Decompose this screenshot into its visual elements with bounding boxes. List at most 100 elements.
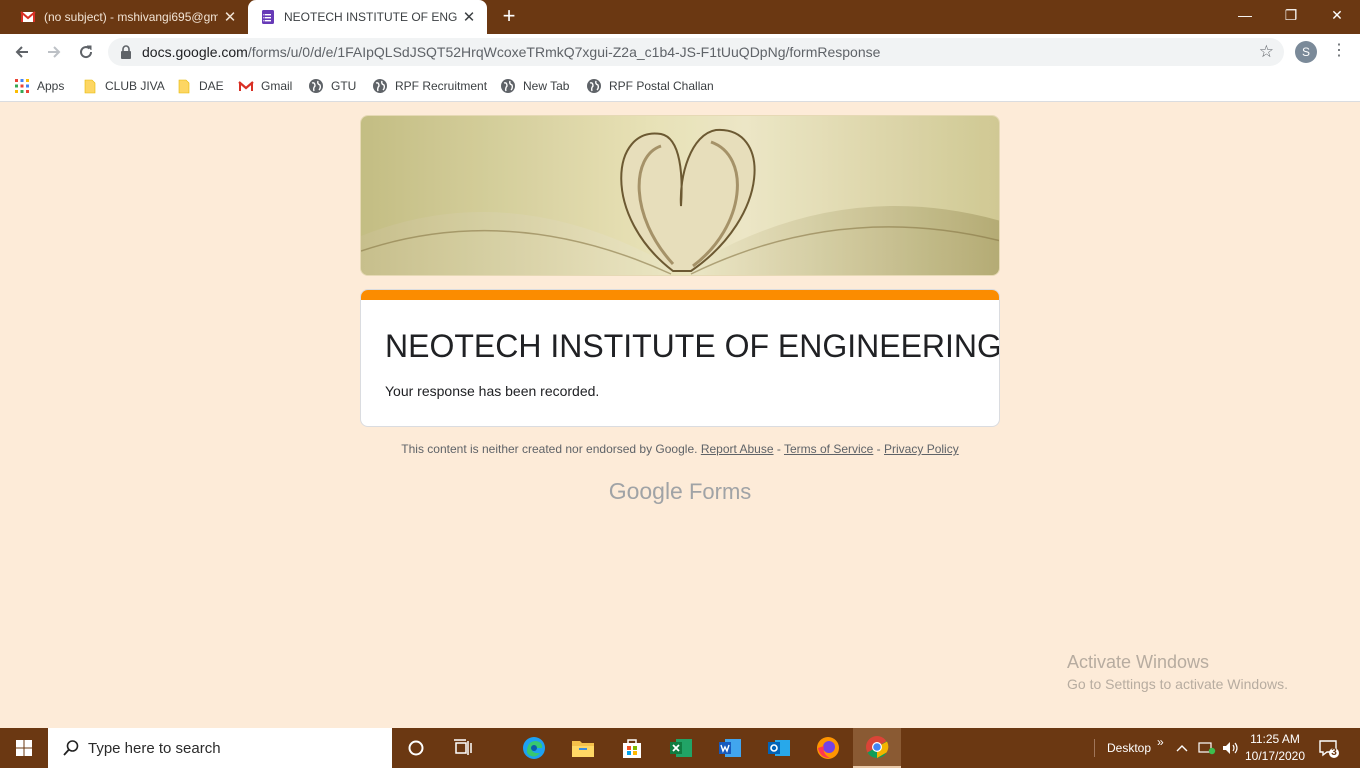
minimize-icon[interactable]: — <box>1222 0 1268 32</box>
forward-arrow-icon <box>48 46 61 58</box>
close-window-icon[interactable]: ✕ <box>1314 0 1360 32</box>
toolbar-chevron[interactable]: » <box>1157 722 1164 762</box>
cortana-circle-icon <box>408 740 424 756</box>
notification-count: 3 <box>1331 747 1337 758</box>
bookmark-new-tab[interactable]: New Tab <box>500 76 569 96</box>
disclaimer-text: This content is neither created nor endo… <box>401 442 698 456</box>
separator: - <box>873 442 885 456</box>
response-card: NEOTECH INSTITUTE OF ENGINEERING Your re… <box>360 289 1000 427</box>
activate-windows-watermark: Activate Windows Go to Settings to activ… <box>1067 652 1288 692</box>
outlook-icon <box>768 740 790 756</box>
network-icon <box>1198 742 1216 755</box>
folder-icon <box>178 79 190 94</box>
taskbar-store[interactable] <box>608 728 656 768</box>
search-icon <box>63 740 79 756</box>
privacy-policy-link[interactable]: Privacy Policy <box>884 442 959 456</box>
bookmark-label: CLUB JIVA <box>105 79 165 93</box>
watermark-line1: Activate Windows <box>1067 652 1210 672</box>
taskbar-edge[interactable] <box>510 728 558 768</box>
browser-toolbar: docs.google.com/forms/u/0/d/e/1FAIpQLSdJ… <box>0 34 1360 70</box>
task-view-icon <box>454 739 472 755</box>
tab-label: NEOTECH INSTITUTE OF ENGINE <box>284 10 457 24</box>
footer-disclaimer: This content is neither created nor endo… <box>360 442 1000 456</box>
notification-center-button[interactable]: 3 <box>1318 728 1340 768</box>
browser-titlebar: (no subject) - mshivangi695@gm ✕ NEOTECH… <box>0 0 1360 34</box>
taskbar-file-explorer[interactable] <box>559 728 607 768</box>
search-placeholder: Type here to search <box>88 740 221 757</box>
chevron-up-icon <box>1176 745 1188 752</box>
task-view-button[interactable] <box>440 728 488 768</box>
bookmark-label: Apps <box>37 79 65 93</box>
edge-icon <box>523 737 545 759</box>
url-path: /forms/u/0/d/e/1FAIpQLSdJSQT52HrqWcoxeTR… <box>247 44 881 60</box>
show-hidden-icons-button[interactable] <box>1176 728 1188 768</box>
chrome-menu-icon[interactable]: ⋮ <box>1330 38 1348 66</box>
windows-logo-icon <box>16 740 32 756</box>
address-bar[interactable]: docs.google.com/forms/u/0/d/e/1FAIpQLSdJ… <box>108 38 1284 66</box>
response-recorded-message: Your response has been recorded. <box>385 383 600 399</box>
tab-neotech-form[interactable]: NEOTECH INSTITUTE OF ENGINE ✕ <box>248 0 487 34</box>
taskbar-word[interactable] <box>706 728 754 768</box>
reload-button[interactable] <box>72 38 100 66</box>
tray-divider <box>1094 739 1095 757</box>
report-abuse-link[interactable]: Report Abuse <box>701 442 774 456</box>
bookmark-label: Gmail <box>261 79 293 93</box>
apps-grid-icon <box>15 79 29 93</box>
url-host: docs.google.com <box>142 44 248 60</box>
bookmark-dae[interactable]: DAE <box>176 76 224 96</box>
bookmark-label: GTU <box>331 79 357 93</box>
chrome-icon <box>866 736 889 758</box>
taskbar-outlook[interactable] <box>755 728 803 768</box>
tab-label: (no subject) - mshivangi695@gm <box>44 10 218 24</box>
speaker-icon <box>1223 742 1238 754</box>
desktop-toolbar[interactable]: Desktop <box>1094 728 1151 768</box>
start-button[interactable] <box>0 728 48 768</box>
close-tab-icon[interactable]: ✕ <box>218 8 242 26</box>
folder-icon <box>572 741 594 757</box>
bookmark-club-jiva[interactable]: CLUB JIVA <box>82 76 165 96</box>
forward-button[interactable] <box>40 38 68 66</box>
bookmark-label: RPF Postal Challan <box>609 79 714 93</box>
open-book-image <box>361 116 999 275</box>
excel-icon <box>670 739 692 757</box>
network-tray-button[interactable] <box>1198 728 1216 768</box>
restore-icon[interactable]: ❐ <box>1268 0 1314 32</box>
close-tab-icon[interactable]: ✕ <box>457 8 481 26</box>
globe-icon <box>501 79 515 93</box>
taskbar-firefox[interactable] <box>804 728 852 768</box>
google-forms-logo[interactable]: Google Forms <box>360 478 1000 505</box>
cortana-button[interactable] <box>392 728 440 768</box>
bookmark-label: RPF Recruitment <box>395 79 488 93</box>
bookmark-star-icon[interactable]: ☆ <box>1259 42 1274 62</box>
bookmark-rpf-recruitment[interactable]: RPF Recruitment <box>372 76 487 96</box>
bookmark-gtu[interactable]: GTU <box>308 76 356 96</box>
terms-of-service-link[interactable]: Terms of Service <box>784 442 873 456</box>
google-forms-icon <box>262 10 274 24</box>
gmail-icon <box>20 11 36 22</box>
back-arrow-icon <box>15 46 28 58</box>
desktop-label: Desktop <box>1107 741 1152 755</box>
bookmark-label: DAE <box>199 79 224 93</box>
back-button[interactable] <box>8 38 36 66</box>
folder-icon <box>84 79 96 94</box>
forms-wordmark: Forms <box>688 479 752 504</box>
bookmark-apps[interactable]: Apps <box>14 76 64 96</box>
form-title: NEOTECH INSTITUTE OF ENGINEERING <box>385 328 1000 364</box>
new-tab-button[interactable]: + <box>496 4 522 30</box>
taskbar-excel[interactable] <box>657 728 705 768</box>
google-wordmark: Google <box>608 478 683 504</box>
taskbar-chrome[interactable] <box>853 728 901 768</box>
taskbar-search-box[interactable]: Type here to search <box>48 728 392 768</box>
separator: - <box>773 442 784 456</box>
url-text: docs.google.com/forms/u/0/d/e/1FAIpQLSdJ… <box>142 44 880 60</box>
tab-gmail[interactable]: (no subject) - mshivangi695@gm ✕ <box>8 0 248 34</box>
bookmark-gmail[interactable]: Gmail <box>238 76 292 96</box>
firefox-icon <box>817 737 839 759</box>
taskbar-clock[interactable]: 11:25 AM 10/17/2020 <box>1240 731 1310 765</box>
bookmark-label: New Tab <box>523 79 570 93</box>
profile-avatar[interactable]: S <box>1295 41 1317 63</box>
bookmark-rpf-postal-challan[interactable]: RPF Postal Challan <box>586 76 714 96</box>
clock-date: 10/17/2020 <box>1244 749 1306 763</box>
volume-tray-button[interactable] <box>1222 728 1240 768</box>
card-accent-bar <box>361 290 999 300</box>
